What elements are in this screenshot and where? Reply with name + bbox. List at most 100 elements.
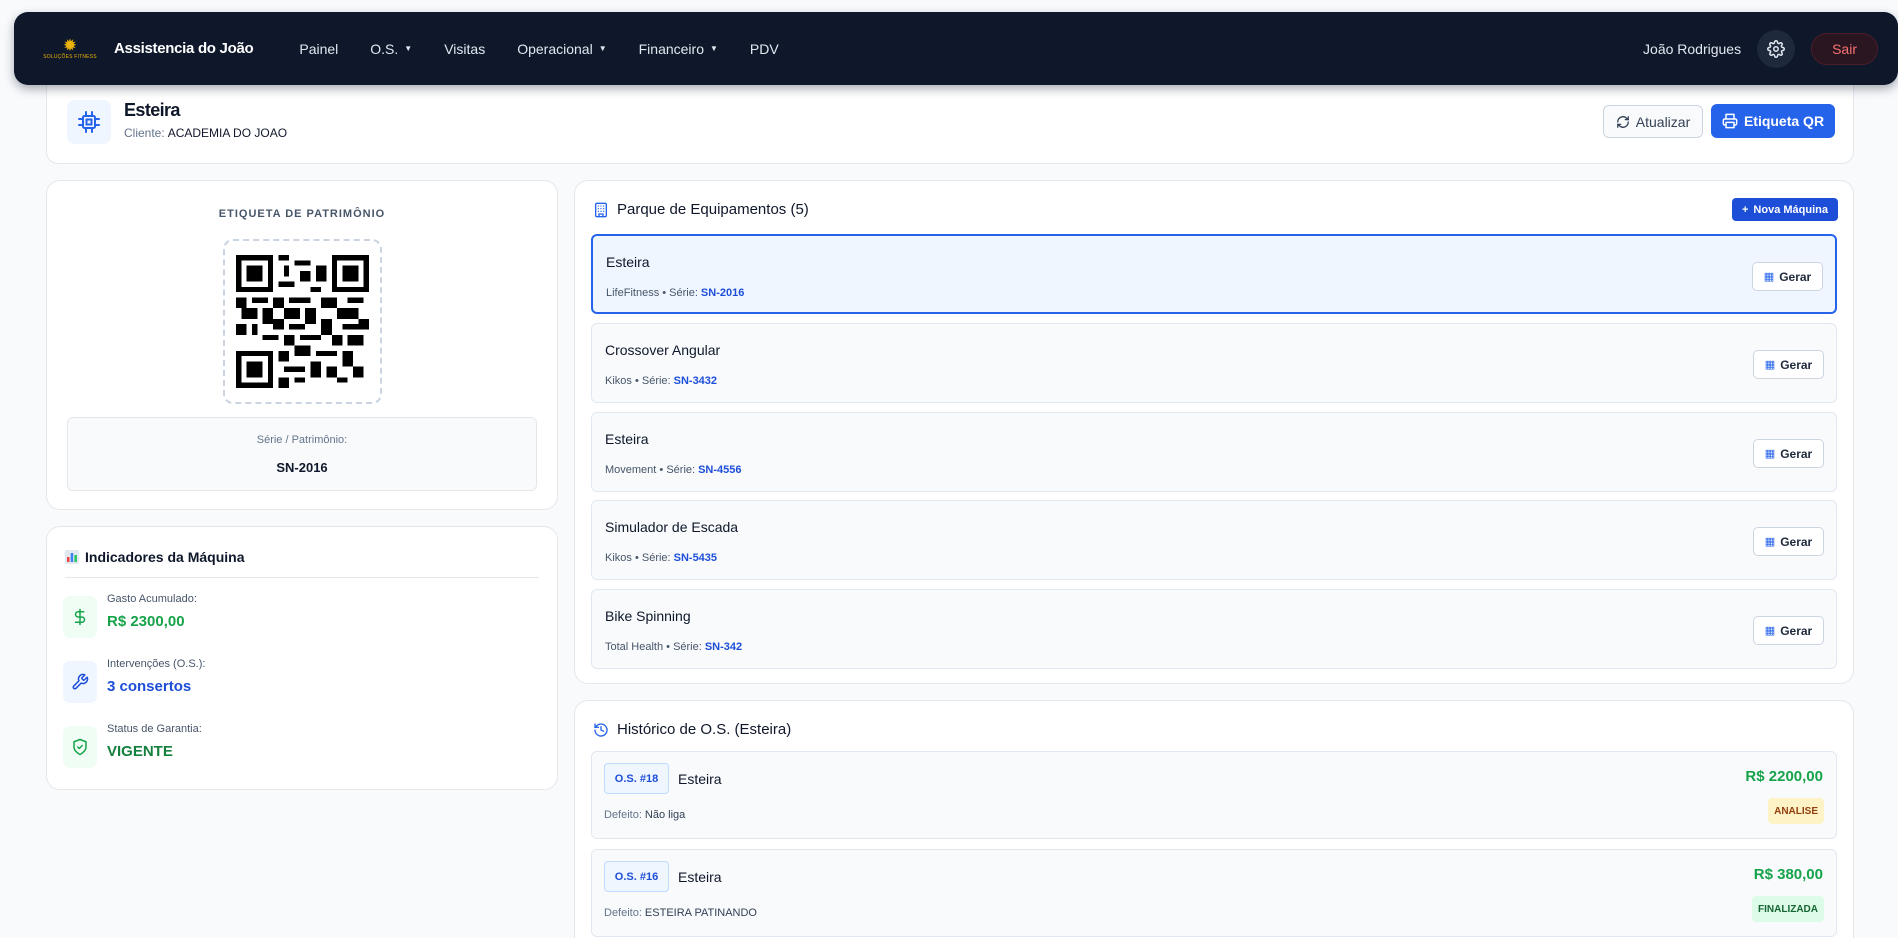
metric-label: Intervenções (O.S.): [107,658,206,670]
new-machine-label: Nova Máquina [1753,203,1828,216]
series-label: Série: [669,287,698,299]
dollar-icon [63,596,97,638]
generate-qr-button[interactable]: ▦ Gerar [1753,527,1824,556]
metric-spending: Gasto Acumulado: R$ 2300,00 [63,593,533,639]
plus-icon: + [1741,203,1749,216]
os-history-item[interactable]: O.S. #18 Esteira Defeito: Não liga R$ 220… [591,751,1837,839]
wrench-icon [63,661,97,703]
qr-label-button[interactable]: Etiqueta QR [1711,104,1835,138]
equipment-name: Simulador de Escada [605,519,739,535]
series-label: Série: [666,464,696,476]
nav-link-label: O.S. [370,40,399,57]
indicators-title: Indicadores da Máquina [65,549,539,578]
generate-label: Gerar [1780,357,1813,372]
equipment-item[interactable]: Crossover Angular Kikos • Série: SN-3432 … [591,323,1837,403]
equipment-serial: SN-2016 [700,287,745,299]
equipment-brand: Total Health [605,641,664,653]
building-icon [595,202,607,217]
top-navbar: ✹ SOLUÇÕES FITNESS Assistencia do João P… [14,12,1898,85]
metric-label: Gasto Acumulado: [107,593,197,605]
asset-tag-title: ETIQUETA DE PATRIMÔNIO [218,208,386,220]
nav-links: Painel O.S. ▼ Visitas Operacional ▼ Financ… [299,41,810,57]
generate-label: Gerar [1780,534,1813,549]
series-label: Série: [673,641,702,653]
equipment-card: Parque de Equipamentos (5) + Nova Máquin… [574,180,1854,684]
equipment-title-text: Parque de Equipamentos (5) [617,201,809,218]
qr-small-icon: ▦ [1764,536,1776,548]
brand-logo[interactable]: ✹ SOLUÇÕES FITNESS [43,31,97,67]
qr-label: Etiqueta QR [1743,113,1825,129]
equipment-item[interactable]: Bike Spinning Total Health • Série: SN-34… [591,589,1837,669]
qr-small-icon: ▦ [1764,359,1776,371]
generate-label: Gerar [1779,269,1812,284]
refresh-button[interactable]: Atualizar [1603,105,1703,138]
serial-value: SN-2016 [276,460,328,475]
generate-label: Gerar [1780,623,1813,638]
logout-button[interactable]: Sair [1811,32,1878,65]
metric-warranty: Status de Garantia: VIGENTE [63,723,533,769]
asset-tag-card: ETIQUETA DE PATRIMÔNIO Série / Patrimôni… [46,180,558,510]
qr-code-frame [223,239,382,404]
equipment-serial: SN-4556 [698,464,742,476]
generate-label: Gerar [1780,446,1813,461]
os-defect: Defeito: ESTEIRA PATINANDO [604,907,757,919]
nav-link-operacional[interactable]: Operacional ▼ [517,41,606,57]
indicators-title-text: Indicadores da Máquina [85,549,245,565]
defect-label: Defeito: [604,907,642,919]
shield-check-icon [63,726,97,768]
equipment-name: Esteira [605,431,649,447]
equipment-item[interactable]: Esteira LifeFitness • Série: SN-2016 ▦ Ger… [591,234,1837,314]
caret-down-icon: ▼ [710,44,718,53]
os-history-item[interactable]: O.S. #16 Esteira Defeito: ESTEIRA PATINAN… [591,849,1837,937]
equipment-meta: Total Health • Série: SN-342 [605,641,743,653]
equipment-name: Esteira [606,254,650,270]
status-badge: FINALIZADA [1752,896,1824,922]
os-price: R$ 380,00 [1753,866,1823,883]
nav-link-visitas[interactable]: Visitas [444,41,485,57]
equipment-meta: Kikos • Série: SN-3432 [605,375,718,387]
metric-value: VIGENTE [107,743,173,760]
indicators-card: Indicadores da Máquina Gasto Acumulado: … [46,526,558,790]
equipment-meta: LifeFitness • Série: SN-2016 [606,287,745,299]
generate-qr-button[interactable]: ▦ Gerar [1753,350,1824,379]
defect-value: ESTEIRA PATINANDO [644,907,757,919]
nav-link-label: Operacional [517,40,593,57]
generate-qr-button[interactable]: ▦ Gerar [1752,262,1823,291]
os-equipment-name: Esteira [678,771,722,787]
nav-right: João Rodrigues Sair [1643,29,1878,68]
metric-label: Status de Garantia: [107,723,202,735]
equipment-serial: SN-342 [704,641,743,653]
nav-link-os[interactable]: O.S. ▼ [370,41,412,57]
refresh-icon [1616,115,1629,128]
equipment-brand: Movement [605,464,657,476]
settings-button[interactable] [1757,29,1796,68]
generate-qr-button[interactable]: ▦ Gerar [1753,616,1824,645]
equipment-item[interactable]: Esteira Movement • Série: SN-4556 ▦ Gerar [591,412,1837,492]
equipment-serial: SN-3432 [673,375,718,387]
new-machine-button[interactable]: + Nova Máquina [1731,198,1838,221]
history-title: Histórico de O.S. (Esteira) [593,721,791,738]
metric-value: R$ 2300,00 [107,613,185,630]
status-badge: ANALISE [1768,798,1824,824]
metric-interventions: Intervenções (O.S.): 3 consertos [63,658,533,704]
series-label: Série: [641,552,671,564]
defect-value: Não liga [644,809,686,821]
logo-text: SOLUÇÕES FITNESS [43,54,97,60]
machine-title: Esteira [124,100,180,120]
nav-link-pdv[interactable]: PDV [750,41,779,57]
refresh-label: Atualizar [1635,113,1691,130]
equipment-brand: Kikos [605,375,632,387]
history-title-text: Histórico de O.S. (Esteira) [617,721,792,738]
client-name: ACADEMIA DO JOAO [167,126,288,140]
generate-qr-button[interactable]: ▦ Gerar [1753,439,1824,468]
equipment-brand: LifeFitness [606,287,660,299]
nav-link-painel[interactable]: Painel [299,41,338,57]
client-line: Cliente: ACADEMIA DO JOAO [124,126,287,140]
bar-chart-icon [65,550,79,564]
qr-small-icon: ▦ [1764,448,1776,460]
equipment-item[interactable]: Simulador de Escada Kikos • Série: SN-543… [591,500,1837,580]
os-defect: Defeito: Não liga [604,809,685,821]
nav-link-label: Painel [299,40,339,57]
brand-title[interactable]: Assistencia do João [114,40,254,57]
nav-link-financeiro[interactable]: Financeiro ▼ [639,41,718,57]
